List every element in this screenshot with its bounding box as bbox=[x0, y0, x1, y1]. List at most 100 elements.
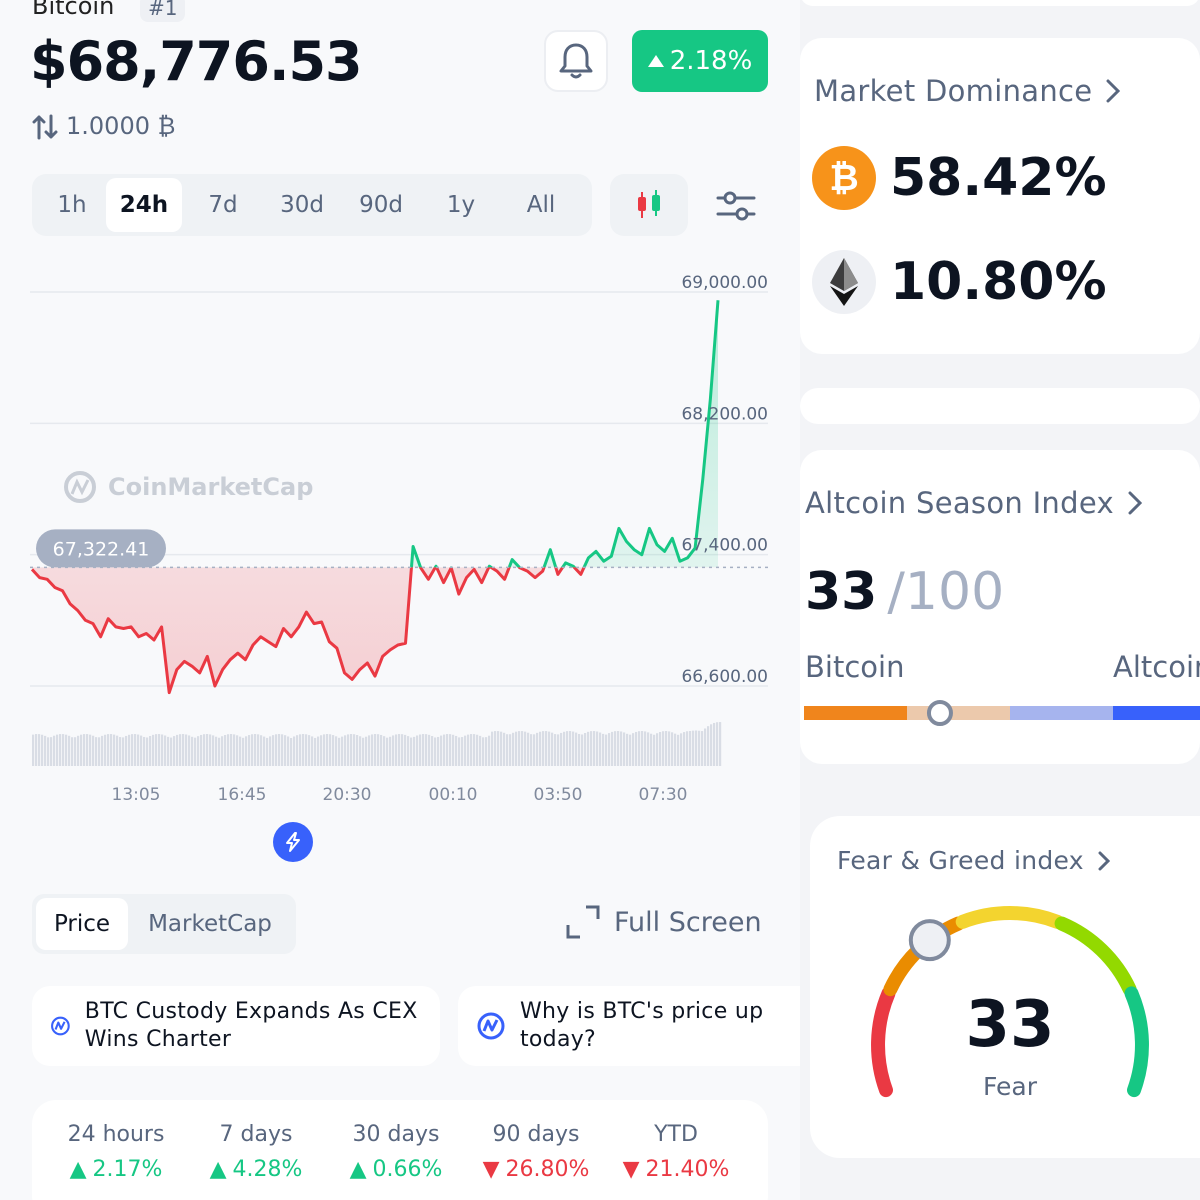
volume-bar bbox=[371, 734, 374, 766]
volume-bar bbox=[509, 734, 512, 766]
volume-bar bbox=[551, 732, 554, 766]
conversion-value: 1.0000 ₿ bbox=[66, 112, 176, 140]
volume-bar bbox=[146, 737, 149, 766]
news-card[interactable]: BTC Custody Expands As CEX Wins Charter bbox=[32, 986, 440, 1066]
tab-1y[interactable]: 1y bbox=[422, 178, 500, 232]
toggle-price[interactable]: Price bbox=[36, 898, 128, 950]
volume-bar bbox=[692, 730, 695, 766]
news-card[interactable]: Why is BTC's price up today? bbox=[458, 986, 818, 1066]
volume-bar bbox=[308, 735, 311, 766]
chart-settings-button[interactable] bbox=[712, 182, 760, 230]
candlestick-icon bbox=[638, 190, 660, 218]
volume-bar bbox=[599, 732, 602, 766]
volume-bar bbox=[683, 732, 686, 766]
volume-bar bbox=[317, 736, 320, 766]
volume-bar bbox=[554, 734, 557, 766]
volume-bar bbox=[524, 731, 527, 766]
y-tick-label: 68,200.00 bbox=[681, 404, 768, 424]
volume-bar bbox=[392, 735, 395, 766]
volume-bar bbox=[671, 732, 674, 766]
volume-bar bbox=[101, 735, 104, 766]
volume-bar bbox=[89, 734, 92, 766]
volume-bar bbox=[182, 734, 185, 766]
volume-bar bbox=[416, 735, 419, 766]
volume-bar bbox=[587, 731, 590, 766]
volume-bar bbox=[503, 732, 506, 766]
volume-bar bbox=[368, 735, 371, 766]
volume-bar bbox=[572, 731, 575, 766]
volume-bar bbox=[209, 734, 212, 766]
y-tick-label: 66,600.00 bbox=[681, 667, 768, 687]
volume-bar bbox=[365, 736, 368, 766]
coinmarketcap-logo-icon bbox=[477, 1012, 505, 1040]
volume-bar bbox=[257, 734, 260, 766]
volume-bar bbox=[305, 734, 308, 766]
toggle-marketcap[interactable]: MarketCap bbox=[128, 898, 292, 950]
volume-bar bbox=[419, 734, 422, 766]
volume-bar bbox=[527, 732, 530, 766]
tab-24h[interactable]: 24h bbox=[106, 178, 182, 232]
volume-bar bbox=[155, 734, 158, 766]
volume-bar bbox=[269, 736, 272, 766]
volume-bar bbox=[491, 731, 494, 766]
volume-bar bbox=[251, 734, 254, 766]
tab-7d[interactable]: 7d bbox=[182, 178, 264, 232]
volume-bar bbox=[542, 731, 545, 766]
gauge-segment bbox=[1124, 986, 1149, 1098]
volume-bar bbox=[695, 730, 698, 766]
gauge-segment bbox=[871, 986, 896, 1098]
full-screen-button[interactable]: Full Screen bbox=[566, 905, 762, 939]
volume-bar bbox=[668, 731, 671, 766]
price-alert-button[interactable] bbox=[544, 30, 608, 92]
fear-greed-knob bbox=[908, 919, 951, 962]
volume-bar bbox=[485, 737, 488, 766]
tab-30d[interactable]: 30d bbox=[264, 178, 340, 232]
volume-bar bbox=[224, 735, 227, 766]
volume-bar bbox=[221, 736, 224, 766]
tab-all[interactable]: All bbox=[500, 178, 582, 232]
volume-bar bbox=[287, 736, 290, 766]
volume-bar bbox=[260, 735, 263, 766]
coin-name: Bitcoin bbox=[32, 0, 115, 20]
flash-event-button[interactable] bbox=[273, 822, 313, 862]
volume-bar bbox=[194, 737, 197, 766]
tab-1h[interactable]: 1h bbox=[38, 178, 106, 232]
x-tick-label: 13:05 bbox=[112, 785, 161, 805]
volume-bar bbox=[206, 734, 209, 766]
volume-bar bbox=[350, 734, 353, 766]
volume-bar bbox=[455, 735, 458, 766]
volume-bar bbox=[140, 735, 143, 766]
volume-bar bbox=[278, 734, 281, 766]
volume-bar bbox=[629, 734, 632, 766]
volume-bar bbox=[356, 735, 359, 766]
volume-bar bbox=[56, 734, 59, 766]
coin-detail-panel: Bitcoin #1 $68,776.53 2.18% 1.0000 ₿ 1h … bbox=[0, 0, 818, 1200]
tab-90d[interactable]: 90d bbox=[340, 178, 422, 232]
volume-bar bbox=[479, 735, 482, 766]
volume-bar bbox=[74, 737, 77, 766]
volume-bar bbox=[674, 733, 677, 766]
candlestick-toggle-button[interactable] bbox=[610, 174, 688, 236]
volume-bar bbox=[236, 735, 239, 766]
volume-bar bbox=[71, 737, 74, 766]
volume-bar bbox=[110, 734, 113, 766]
volume-bar bbox=[686, 731, 689, 766]
perf-value: ▲ 4.28% bbox=[209, 1157, 303, 1182]
volume-bar bbox=[173, 736, 176, 766]
volume-bar bbox=[137, 734, 140, 766]
perf-label: 24 hours bbox=[67, 1122, 165, 1147]
volume-bar bbox=[638, 731, 641, 766]
volume-bar bbox=[605, 734, 608, 766]
volume-bar bbox=[239, 736, 242, 766]
volume-bar bbox=[617, 731, 620, 766]
volume-bar bbox=[65, 734, 68, 766]
volume-bar bbox=[539, 731, 542, 766]
volume-bar bbox=[641, 731, 644, 766]
volume-bar bbox=[227, 734, 230, 766]
volume-bar bbox=[338, 737, 341, 766]
price-chart[interactable]: CoinMarketCap 67,322.41 69,000.00 68,200.… bbox=[0, 270, 800, 830]
volume-bar bbox=[590, 731, 593, 766]
volume-bar bbox=[383, 736, 386, 766]
volume-bar bbox=[518, 731, 521, 766]
conversion-row[interactable]: 1.0000 ₿ bbox=[32, 112, 175, 141]
